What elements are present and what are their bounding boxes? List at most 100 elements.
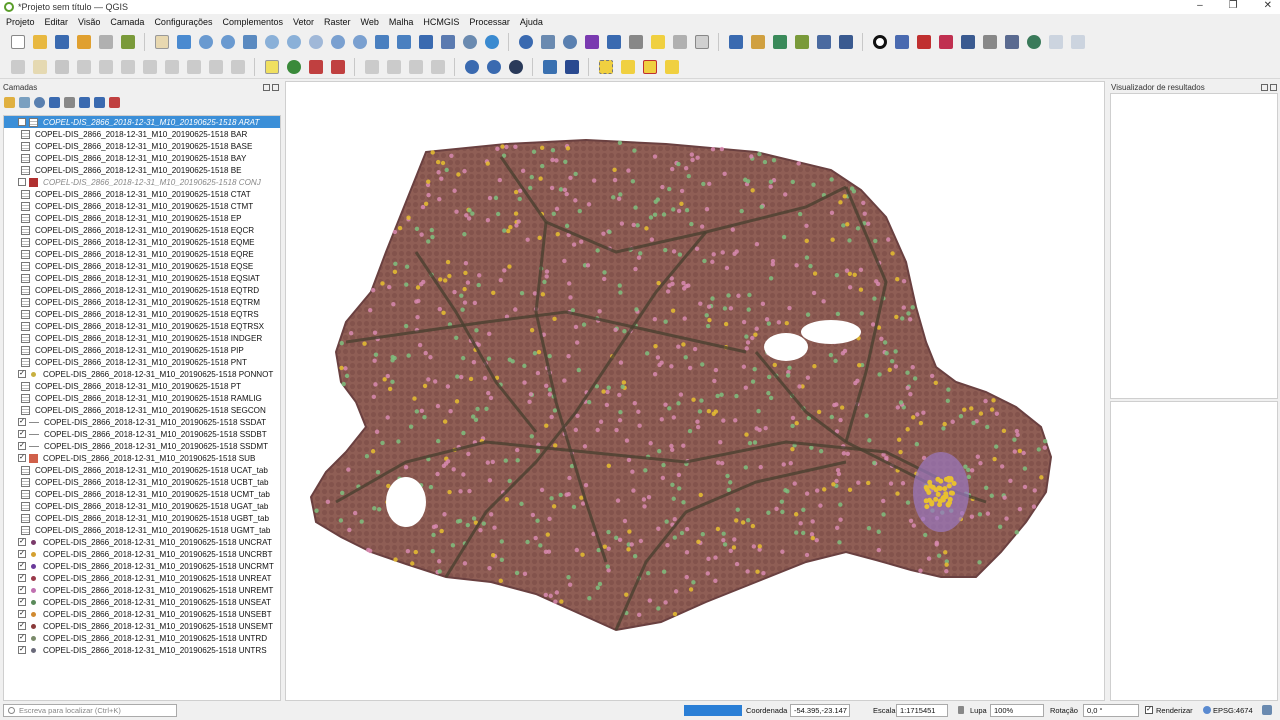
numbering-123-icon[interactable] <box>1002 33 1021 52</box>
refresh-icon[interactable] <box>482 33 501 52</box>
layer-row[interactable]: COPEL-DIS_2866_2018-12-31_M10_20190625-1… <box>4 272 280 284</box>
digitize-icon[interactable] <box>74 57 93 76</box>
add-group-icon[interactable] <box>19 96 30 108</box>
layer-row[interactable]: COPEL-DIS_2866_2018-12-31_M10_20190625-1… <box>4 152 280 164</box>
zoom-last-icon[interactable] <box>328 33 347 52</box>
layer-visibility-checkbox[interactable] <box>18 118 26 126</box>
open-table-icon[interactable] <box>604 33 623 52</box>
settings-gear-icon[interactable] <box>560 33 579 52</box>
style-manager-icon[interactable] <box>118 33 137 52</box>
select-by-value-icon[interactable] <box>618 57 637 76</box>
layer-row[interactable]: ✓ COPEL-DIS_2866_2018-12-31_M10_20190625-… <box>4 548 280 560</box>
layer-row[interactable]: ✓ COPEL-DIS_2866_2018-12-31_M10_20190625-… <box>4 632 280 644</box>
layer-row[interactable]: COPEL-DIS_2866_2018-12-31_M10_20190625-1… <box>4 176 280 188</box>
select-location-icon[interactable] <box>662 57 681 76</box>
layer-visibility-checkbox[interactable]: ✓ <box>18 622 26 630</box>
label-change-icon[interactable] <box>406 57 425 76</box>
undock-icon[interactable] <box>263 83 270 91</box>
layer-row[interactable]: COPEL-DIS_2866_2018-12-31_M10_20190625-1… <box>4 500 280 512</box>
layer-visibility-checkbox[interactable]: ✓ <box>18 550 26 558</box>
python-icon[interactable] <box>540 57 559 76</box>
layer-row[interactable]: ✓ COPEL-DIS_2866_2018-12-31_M10_20190625-… <box>4 440 280 452</box>
layer-row[interactable]: ✓ COPEL-DIS_2866_2018-12-31_M10_20190625-… <box>4 596 280 608</box>
open-project-icon[interactable] <box>30 33 49 52</box>
save-edits-icon[interactable] <box>52 57 71 76</box>
layer-row[interactable]: ✓ COPEL-DIS_2866_2018-12-31_M10_20190625-… <box>4 368 280 380</box>
cut-icon[interactable] <box>140 57 159 76</box>
layer-row[interactable]: ✓ COPEL-DIS_2866_2018-12-31_M10_20190625-… <box>4 608 280 620</box>
menu-configuracoes[interactable]: Configurações <box>154 17 212 27</box>
layer-visibility-checkbox[interactable]: ✓ <box>18 610 26 618</box>
filter-expression-icon[interactable] <box>64 96 75 108</box>
copy-icon[interactable] <box>162 57 181 76</box>
bookmark-icon[interactable] <box>416 33 435 52</box>
polyline-icon[interactable] <box>958 33 977 52</box>
remove-layer-icon[interactable] <box>109 96 120 108</box>
expand-all-icon[interactable] <box>79 96 90 108</box>
maximize-icon[interactable]: ❐ <box>1229 0 1238 11</box>
layer-row[interactable]: ✓ COPEL-DIS_2866_2018-12-31_M10_20190625-… <box>4 584 280 596</box>
label-abc-icon[interactable] <box>262 57 281 76</box>
plugin-vertex-icon[interactable] <box>770 33 789 52</box>
layer-row[interactable]: ✓ COPEL-DIS_2866_2018-12-31_M10_20190625-… <box>4 644 280 656</box>
layer-row[interactable]: COPEL-DIS_2866_2018-12-31_M10_20190625-1… <box>4 200 280 212</box>
crs-label[interactable]: EPSG:4674 <box>1213 706 1253 715</box>
layer-visibility-checkbox[interactable]: ✓ <box>18 598 26 606</box>
menu-processar[interactable]: Processar <box>469 17 510 27</box>
show-bookmarks-icon[interactable] <box>438 33 457 52</box>
lock-icon[interactable] <box>958 706 964 714</box>
layer-row[interactable]: ✓ COPEL-DIS_2866_2018-12-31_M10_20190625-… <box>4 416 280 428</box>
plugin-edit-icon[interactable] <box>792 33 811 52</box>
undo-icon[interactable] <box>206 57 225 76</box>
layer-row[interactable]: COPEL-DIS_2866_2018-12-31_M10_20190625-1… <box>4 260 280 272</box>
layer-row[interactable]: ✓ COPEL-DIS_2866_2018-12-31_M10_20190625-… <box>4 560 280 572</box>
menu-complementos[interactable]: Complementos <box>222 17 283 27</box>
layer-visibility-checkbox[interactable]: ✓ <box>18 634 26 642</box>
attribute-table-icon[interactable] <box>538 33 557 52</box>
layer-row[interactable]: COPEL-DIS_2866_2018-12-31_M10_20190625-1… <box>4 380 280 392</box>
layer-visibility-checkbox[interactable]: ✓ <box>18 646 26 654</box>
layer-visibility-checkbox[interactable]: ✓ <box>18 562 26 570</box>
layer-row[interactable]: COPEL-DIS_2866_2018-12-31_M10_20190625-1… <box>4 296 280 308</box>
geoprocess-1-icon[interactable] <box>462 57 481 76</box>
close-panel-icon[interactable] <box>272 83 279 91</box>
layer-visibility-checkbox[interactable]: ✓ <box>18 454 26 462</box>
zoom-native-icon[interactable] <box>306 33 325 52</box>
temporal-controller-icon[interactable] <box>460 33 479 52</box>
menu-editar[interactable]: Editar <box>45 17 69 27</box>
menu-vetor[interactable]: Vetor <box>293 17 314 27</box>
zoom-layer-icon[interactable] <box>284 33 303 52</box>
label-show-icon[interactable] <box>328 57 347 76</box>
layer-row[interactable]: COPEL-DIS_2866_2018-12-31_M10_20190625-1… <box>4 236 280 248</box>
layer-visibility-checkbox[interactable] <box>18 178 26 186</box>
layer-row[interactable]: COPEL-DIS_2866_2018-12-31_M10_20190625-1… <box>4 188 280 200</box>
arc-icon[interactable] <box>914 33 933 52</box>
plugin-box-icon[interactable] <box>748 33 767 52</box>
layer-row[interactable]: COPEL-DIS_2866_2018-12-31_M10_20190625-1… <box>4 284 280 296</box>
deselect-icon[interactable] <box>640 57 659 76</box>
print-layout-icon[interactable] <box>96 33 115 52</box>
coordinate-field[interactable]: -54.395,-23.147 <box>790 704 850 717</box>
plugin-layer-icon[interactable] <box>814 33 833 52</box>
geoprocess-2-icon[interactable] <box>484 57 503 76</box>
zoom-full-icon[interactable] <box>240 33 259 52</box>
results-lower-view[interactable] <box>1110 401 1278 701</box>
layer-row[interactable]: COPEL-DIS_2866_2018-12-31_M10_20190625-1… <box>4 212 280 224</box>
menu-web[interactable]: Web <box>361 17 379 27</box>
visibility-icon[interactable] <box>34 96 45 108</box>
annotation-icon[interactable] <box>670 33 689 52</box>
render-checkbox[interactable]: ✓ <box>1145 706 1153 714</box>
layer-row[interactable]: COPEL-DIS_2866_2018-12-31_M10_20190625-1… <box>4 332 280 344</box>
layer-visibility-checkbox[interactable]: ✓ <box>18 370 26 378</box>
zoom-in-icon[interactable] <box>196 33 215 52</box>
new-3d-view-icon[interactable] <box>394 33 413 52</box>
scale-field[interactable]: 1:1715451 <box>896 704 948 717</box>
cloud-icon[interactable] <box>1024 33 1043 52</box>
disabled-tool-2-icon[interactable] <box>1068 33 1087 52</box>
results-close-icon[interactable] <box>1270 83 1277 91</box>
minimize-icon[interactable]: – <box>1197 0 1203 11</box>
layer-row[interactable]: COPEL-DIS_2866_2018-12-31_M10_20190625-1… <box>4 464 280 476</box>
tape-icon[interactable] <box>980 33 999 52</box>
menu-malha[interactable]: Malha <box>389 17 414 27</box>
select-features-icon[interactable] <box>596 57 615 76</box>
